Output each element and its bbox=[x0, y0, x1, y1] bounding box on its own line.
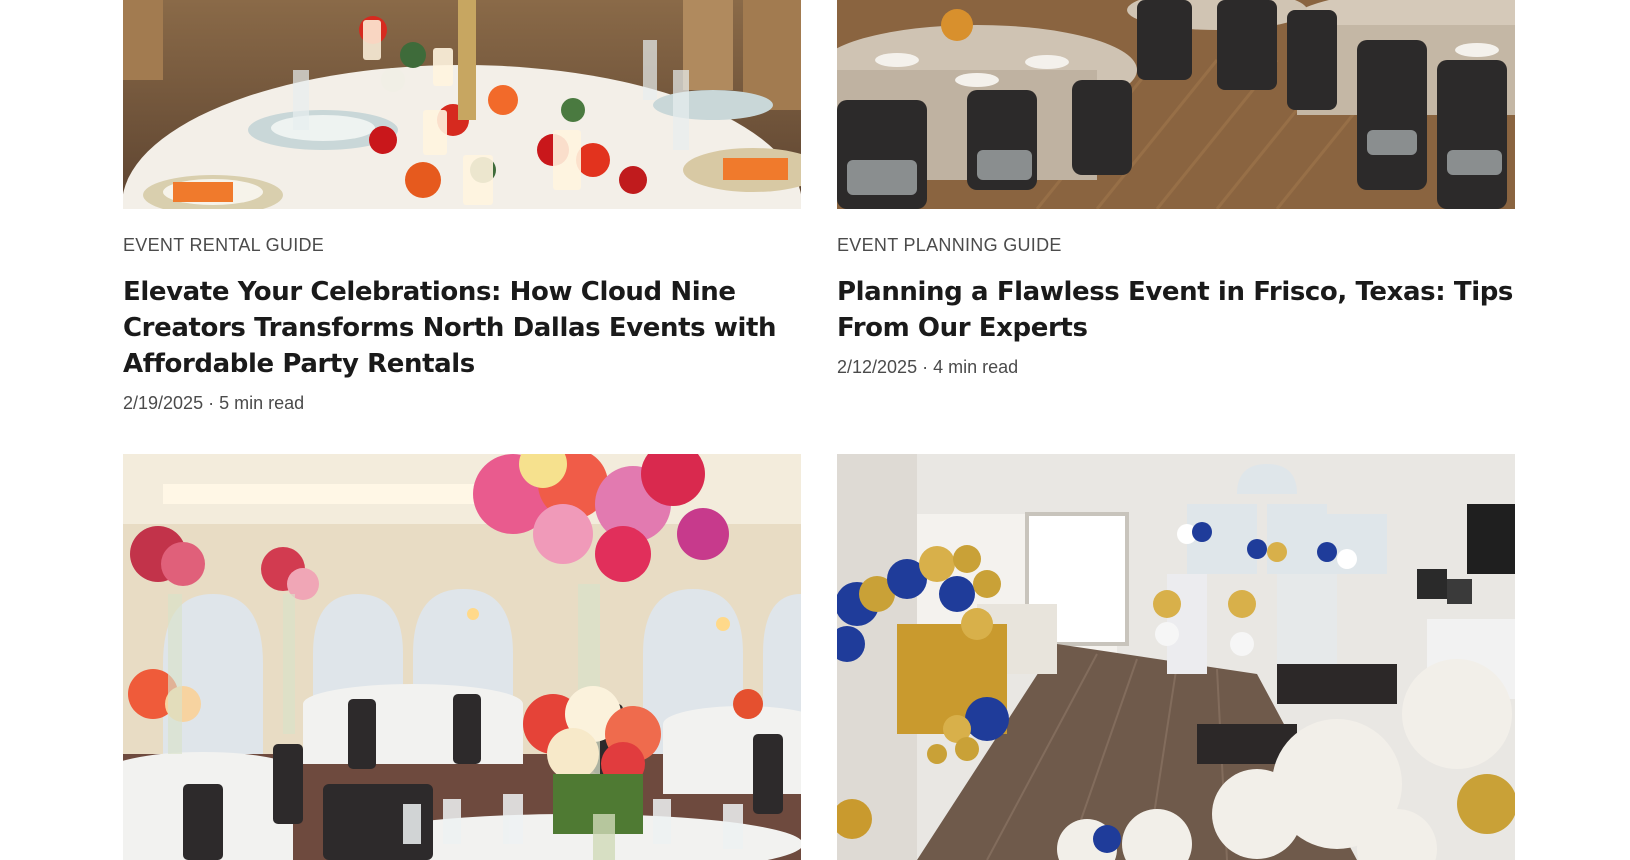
post-category: EVENT PLANNING GUIDE bbox=[837, 235, 1062, 255]
round-tables-chairs-image bbox=[837, 0, 1515, 209]
post-meta: 2/12/2025 · 4 min read bbox=[837, 357, 1019, 377]
post-title-link[interactable]: Planning a Flawless Event in Frisco, Tex… bbox=[837, 274, 1515, 346]
blog-post-card[interactable] bbox=[123, 454, 801, 860]
post-title-link[interactable]: Elevate Your Celebrations: How Cloud Nin… bbox=[123, 274, 801, 382]
post-category: EVENT RENTAL GUIDE bbox=[123, 235, 325, 255]
post-meta: 2/19/2025 · 5 min read bbox=[123, 393, 305, 413]
blog-post-card[interactable]: EVENT RENTAL GUIDE Elevate Your Celebrat… bbox=[123, 0, 801, 415]
blog-post-card[interactable]: EVENT PLANNING GUIDE Planning a Flawless… bbox=[837, 0, 1515, 379]
post-thumbnail-image[interactable] bbox=[123, 454, 801, 860]
post-thumbnail-image[interactable] bbox=[837, 454, 1515, 860]
balloon-decor-room-image bbox=[837, 454, 1515, 860]
blog-post-card[interactable] bbox=[837, 454, 1515, 860]
blog-post-grid: EVENT RENTAL GUIDE Elevate Your Celebrat… bbox=[123, 0, 1515, 860]
ballroom-floral-centerpiece-image bbox=[123, 454, 801, 860]
post-thumbnail-image[interactable] bbox=[837, 0, 1515, 209]
post-thumbnail-image[interactable] bbox=[123, 0, 801, 209]
banquet-table-centerpiece-image bbox=[123, 0, 801, 209]
